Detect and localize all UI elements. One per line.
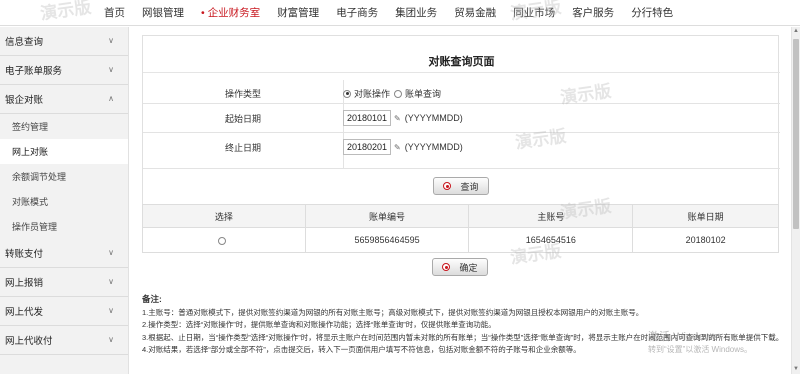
col-header-select: 选择 <box>142 204 306 228</box>
sidebar-group-reimbursement[interactable]: 网上报销 ∨ <box>0 268 128 297</box>
sidebar-item-reconciliation-mode[interactable]: 对账模式 <box>0 189 128 214</box>
nav-item[interactable]: 企业财务室 <box>201 5 261 20</box>
windows-activation-title: 激活 Windows <box>648 331 718 343</box>
sidebar-item-online-reconciliation[interactable]: 网上对账 <box>0 139 128 164</box>
table-row[interactable]: 5659856464595 1654654516 20180102 <box>142 227 779 253</box>
start-date-row: 起始日期 ✎ (YYYYMMDD) <box>143 110 780 126</box>
row-divider <box>143 132 780 133</box>
scroll-up-icon[interactable]: ▲ <box>793 28 799 34</box>
op-type-label: 操作类型 <box>224 89 261 99</box>
scrollbar-thumb[interactable] <box>793 39 799 229</box>
row-divider <box>143 103 780 104</box>
sidebar-group-transfer[interactable]: 转账支付 ∨ <box>0 239 128 268</box>
bill-query-radio-label[interactable]: 账单查询 <box>405 87 441 100</box>
query-button-label: 查询 <box>460 181 479 192</box>
nav-item[interactable]: 网银管理 <box>142 5 184 20</box>
sidebar-group-label: 网上报销 <box>5 278 44 289</box>
top-navigation: 首页 网银管理 企业财务室 财富管理 电子商务 集团业务 贸易金融 同业市场 客户服务 分行特色 <box>0 0 800 26</box>
pencil-icon[interactable]: ✎ <box>394 114 401 123</box>
sidebar-group-label: 转账支付 <box>5 249 44 260</box>
confirm-button-label: 确定 <box>459 262 478 273</box>
end-date-row: 终止日期 ✎ (YYYYMMDD) <box>143 139 780 155</box>
sidebar-group-payroll[interactable]: 网上代发 ∨ <box>0 297 128 326</box>
bill-query-radio[interactable] <box>394 89 403 98</box>
start-date-label: 起始日期 <box>224 113 261 124</box>
select-cell[interactable] <box>142 227 306 253</box>
date-format-hint: (YYYYMMDD) <box>404 113 463 123</box>
sidebar-item-signing[interactable]: 签约管理 <box>0 114 128 139</box>
nav-item[interactable]: 首页 <box>104 5 125 20</box>
end-date-label: 终止日期 <box>224 142 261 153</box>
nav-item[interactable]: 客户服务 <box>572 5 614 20</box>
sidebar-group-label: 网上代收付 <box>5 336 53 347</box>
confirm-button[interactable]: 确定 <box>432 258 488 276</box>
sidebar-group-label: 银企对账 <box>5 95 44 106</box>
button-dot-icon <box>442 263 451 271</box>
col-header-account: 主账号 <box>468 204 634 228</box>
bill-table: 选择 账单编号 主账号 账单日期 5659856464595 165465451… <box>142 204 779 253</box>
windows-activation-notice: 激活 Windows 转到“设置”以激活 Windows。 <box>648 328 752 355</box>
sidebar-group-label: 网上代发 <box>5 307 44 318</box>
sidebar: 信息查询 ∨ 电子账单服务 ∨ 银企对账 ∧ 签约管理 网上对账 余额调节处理 … <box>0 27 129 374</box>
nav-item[interactable]: 电子商务 <box>336 5 378 20</box>
chevron-down-icon: ∨ <box>108 306 114 315</box>
start-date-input[interactable] <box>343 110 391 126</box>
account-cell: 1654654516 <box>468 227 634 253</box>
op-type-row: 操作类型 对账操作 账单查询 <box>143 87 780 100</box>
chevron-down-icon: ∨ <box>108 248 114 257</box>
sidebar-group-info-query[interactable]: 信息查询 ∨ <box>0 27 128 56</box>
nav-item[interactable]: 贸易金融 <box>454 5 496 20</box>
main-content: 对账查询页面 操作类型 对账操作 账单查询 起始日期 ✎ (YYYYMMDD) <box>130 27 791 374</box>
chevron-down-icon: ∨ <box>108 36 114 45</box>
windows-activation-subtitle: 转到“设置”以激活 Windows。 <box>648 345 753 354</box>
note-line: 1.主账号：普通对账模式下，提供对账签约渠道为网银的所有对账主账号；高级对账模式… <box>142 307 644 317</box>
button-dot-icon <box>443 182 452 190</box>
sidebar-group-collection-payment[interactable]: 网上代收付 ∨ <box>0 326 128 355</box>
chevron-down-icon: ∨ <box>108 65 114 74</box>
query-button[interactable]: 查询 <box>433 177 489 195</box>
end-date-input[interactable] <box>343 139 391 155</box>
row-select-radio[interactable] <box>218 236 227 245</box>
chevron-up-icon: ∧ <box>108 94 114 103</box>
sidebar-group-label: 电子账单服务 <box>5 66 63 77</box>
vertical-scrollbar[interactable]: ▲ ▼ <box>791 27 800 374</box>
nav-item[interactable]: 集团业务 <box>395 5 437 20</box>
nav-item[interactable]: 分行特色 <box>631 5 673 20</box>
chevron-down-icon: ∨ <box>108 277 114 286</box>
sidebar-group-bank-reconciliation[interactable]: 银企对账 ∧ <box>0 85 128 114</box>
nav-item[interactable]: 财富管理 <box>277 5 319 20</box>
notes-title: 备注: <box>142 294 162 304</box>
reconcile-radio-label[interactable]: 对账操作 <box>354 87 390 100</box>
query-form: 对账查询页面 操作类型 对账操作 账单查询 起始日期 ✎ (YYYYMMDD) <box>142 35 780 205</box>
scroll-down-icon[interactable]: ▼ <box>793 366 799 372</box>
bill-no-cell: 5659856464595 <box>304 227 470 253</box>
sidebar-group-e-statement[interactable]: 电子账单服务 ∨ <box>0 56 128 85</box>
table-header-row: 选择 账单编号 主账号 账单日期 <box>142 204 779 228</box>
sidebar-group-label: 信息查询 <box>5 37 44 48</box>
page-title: 对账查询页面 <box>428 56 495 68</box>
bill-date-cell: 20180102 <box>632 227 779 253</box>
title-divider <box>143 72 780 73</box>
chevron-down-icon: ∨ <box>108 335 114 344</box>
row-divider <box>143 168 780 169</box>
col-header-bill-date: 账单日期 <box>632 204 779 228</box>
nav-item[interactable]: 同业市场 <box>513 5 555 20</box>
col-header-bill-no: 账单编号 <box>304 204 470 228</box>
sidebar-item-balance-adjustment[interactable]: 余额调节处理 <box>0 164 128 189</box>
date-format-hint: (YYYYMMDD) <box>404 142 463 152</box>
pencil-icon[interactable]: ✎ <box>394 143 401 152</box>
reconcile-radio[interactable] <box>343 89 351 98</box>
sidebar-item-operator-management[interactable]: 操作员管理 <box>0 214 128 239</box>
